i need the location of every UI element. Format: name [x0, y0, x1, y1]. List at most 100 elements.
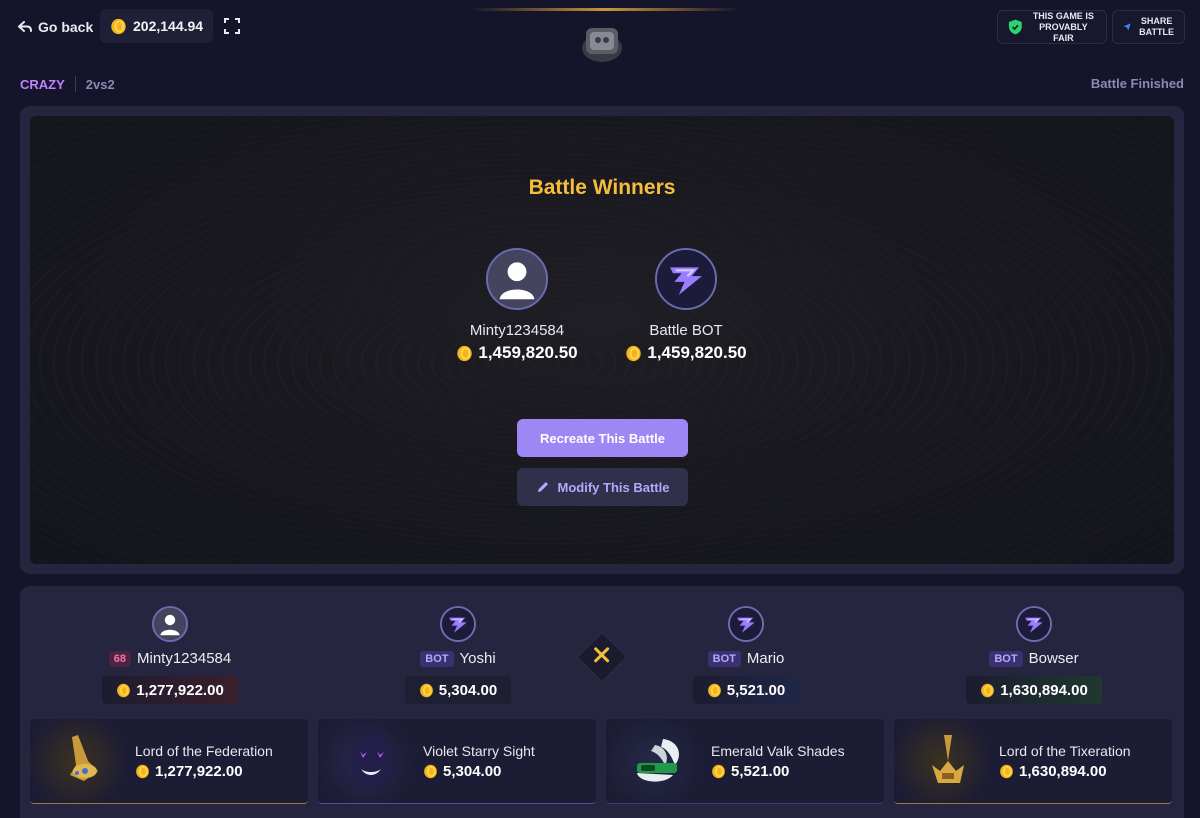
avatar	[728, 606, 764, 642]
item-price-value: 1,277,922.00	[155, 762, 243, 780]
balance-value: 202,144.94	[133, 18, 204, 34]
item-card[interactable]: Emerald Valk Shades 5,521.00	[606, 719, 884, 804]
fullscreen-icon[interactable]	[223, 17, 241, 35]
winners-frame: Battle Winners Minty1234584 1,459,820.50…	[20, 106, 1184, 574]
player-column: 68 Minty1234584 1,277,922.00	[70, 606, 270, 704]
balance-display: 202,144.94	[100, 9, 214, 43]
item-card[interactable]: Violet Starry Sight 5,304.00	[318, 719, 596, 804]
banner-glow	[470, 8, 740, 11]
player-total: 5,521.00	[692, 676, 800, 704]
mode-row: CRAZY 2vs2	[20, 76, 115, 92]
item-name: Emerald Valk Shades	[711, 742, 845, 759]
coin-icon	[456, 345, 473, 362]
item-image	[318, 719, 423, 803]
shield-icon	[1008, 19, 1022, 35]
bot-badge: BOT	[989, 650, 1023, 667]
item-price: 1,277,922.00	[135, 763, 273, 780]
go-back-label: Go back	[38, 19, 94, 35]
go-back-button[interactable]: Go back	[18, 16, 93, 38]
versus-divider	[576, 631, 628, 683]
user-avatar-icon	[154, 608, 186, 640]
avatar	[152, 606, 188, 642]
player-name-row: BOT Mario	[646, 650, 846, 667]
winner-card: Battle BOT 1,459,820.50	[586, 248, 786, 363]
recreate-battle-button[interactable]: Recreate This Battle	[517, 419, 688, 457]
mode-type: 2vs2	[85, 76, 115, 92]
item-price-value: 5,304.00	[443, 762, 502, 780]
provably-fair-badge[interactable]: THIS GAME IS PROVABLY FAIR	[997, 10, 1107, 44]
item-image	[30, 719, 135, 803]
share-line-2: BATTLE	[1139, 27, 1174, 37]
back-arrow-icon	[18, 21, 32, 32]
crossed-swords-icon	[594, 647, 610, 662]
players-panel: 68 Minty1234584 1,277,922.00 BOT Yoshi 5…	[20, 586, 1184, 818]
winged-shades-item-icon	[636, 739, 679, 782]
player-total: 1,277,922.00	[102, 676, 238, 704]
winner-amount-value: 1,459,820.50	[478, 343, 578, 362]
coin-icon	[711, 764, 726, 779]
recreate-label: Recreate This Battle	[540, 430, 665, 446]
winners-panel: Battle Winners Minty1234584 1,459,820.50…	[30, 116, 1174, 564]
bot-badge: BOT	[707, 650, 741, 667]
battle-status: Battle Finished	[1090, 76, 1184, 91]
coin-icon	[707, 683, 722, 698]
case-image	[582, 28, 622, 62]
winners-title: Battle Winners	[528, 176, 676, 199]
mode-divider	[74, 76, 76, 92]
player-total-value: 5,304.00	[438, 681, 498, 699]
bot-avatar-icon	[657, 250, 715, 308]
item-price-value: 5,521.00	[731, 762, 790, 780]
item-price: 1,630,894.00	[999, 763, 1131, 780]
user-avatar-icon	[488, 250, 546, 308]
level-badge: 68	[108, 650, 131, 667]
avatar	[655, 248, 717, 310]
coin-icon	[116, 683, 131, 698]
gold-crown-item-icon	[931, 735, 964, 783]
item-price: 5,521.00	[711, 763, 845, 780]
item-name: Lord of the Federation	[135, 742, 273, 759]
player-column: BOT Bowser 1,630,894.00	[934, 606, 1134, 704]
winner-amount-value: 1,459,820.50	[647, 343, 747, 362]
winner-name: Battle BOT	[649, 322, 723, 339]
bot-avatar-icon	[1018, 608, 1050, 640]
player-total: 5,304.00	[404, 676, 512, 704]
top-bar: Go back 202,144.94 THIS GAME IS PROVABLY…	[0, 0, 1200, 62]
player-total: 1,630,894.00	[966, 676, 1102, 704]
item-card[interactable]: Lord of the Federation 1,277,922.00	[30, 719, 308, 804]
item-price-value: 1,630,894.00	[1019, 762, 1107, 780]
player-name: Bowser	[1028, 650, 1079, 667]
player-name-row: BOT Bowser	[934, 650, 1134, 667]
fair-line-1: THIS GAME IS	[1032, 10, 1094, 21]
player-total-value: 5,521.00	[726, 681, 786, 699]
bot-avatar-icon	[730, 608, 762, 640]
player-name-row: BOT Yoshi	[358, 650, 558, 667]
player-name: Mario	[746, 650, 785, 667]
coin-icon	[135, 764, 150, 779]
coin-icon	[419, 683, 434, 698]
pencil-icon	[537, 482, 548, 492]
gold-crown-item-icon	[69, 735, 98, 781]
item-card[interactable]: Lord of the Tixeration 1,630,894.00	[894, 719, 1172, 804]
coin-icon	[980, 683, 995, 698]
bot-avatar-icon	[442, 608, 474, 640]
item-price: 5,304.00	[423, 763, 535, 780]
player-name: Yoshi	[459, 650, 496, 667]
player-name: Minty1234584	[137, 650, 232, 667]
player-total-value: 1,630,894.00	[1000, 681, 1088, 699]
coin-icon	[110, 18, 127, 35]
modify-label: Modify This Battle	[557, 479, 670, 495]
bot-badge: BOT	[420, 650, 454, 667]
player-total-value: 1,277,922.00	[136, 681, 224, 699]
avatar	[440, 606, 476, 642]
modify-battle-button[interactable]: Modify This Battle	[517, 468, 688, 506]
share-line-1: SHARE	[1140, 16, 1173, 26]
item-name: Violet Starry Sight	[423, 742, 535, 759]
player-column: BOT Yoshi 5,304.00	[358, 606, 558, 704]
mode-name: CRAZY	[20, 76, 65, 92]
winner-amount: 1,459,820.50	[586, 343, 786, 363]
item-image	[606, 719, 711, 803]
share-battle-button[interactable]: SHARE BATTLE	[1112, 10, 1185, 44]
player-name-row: 68 Minty1234584	[70, 650, 270, 667]
fair-line-2: PROVABLY FAIR	[1039, 21, 1088, 43]
avatar	[486, 248, 548, 310]
